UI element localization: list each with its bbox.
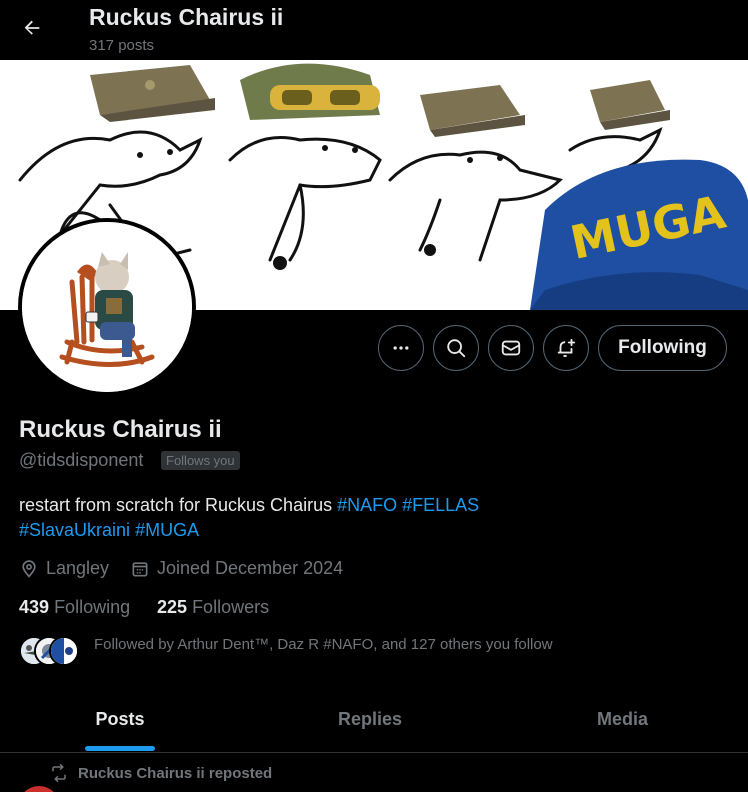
profile-avatar[interactable] bbox=[18, 218, 196, 396]
followers-count-link[interactable]: 225 Followers bbox=[157, 597, 269, 618]
hashtag-link[interactable]: #SlavaUkraini bbox=[19, 520, 130, 540]
back-button[interactable] bbox=[14, 10, 50, 46]
search-icon bbox=[447, 339, 466, 358]
tab-posts[interactable]: Posts bbox=[0, 700, 240, 752]
repost-indicator[interactable]: Ruckus Chairus ii reposted bbox=[50, 764, 272, 782]
hashtag-link[interactable]: #NAFO bbox=[337, 495, 397, 515]
active-tab-indicator bbox=[85, 746, 155, 751]
mail-icon bbox=[501, 340, 521, 356]
profile-header: Ruckus Chairus ii 317 posts bbox=[0, 0, 748, 60]
joined-text: Joined December 2024 bbox=[157, 558, 344, 578]
following-count-link[interactable]: 439 Following bbox=[19, 597, 130, 618]
message-button[interactable] bbox=[488, 325, 534, 371]
more-button[interactable] bbox=[378, 325, 424, 371]
hashtag-link[interactable]: #FELLAS bbox=[402, 495, 479, 515]
following-button[interactable]: Following bbox=[598, 325, 727, 371]
location-pin-icon bbox=[22, 559, 36, 578]
profile-joined: Joined December 2024 bbox=[130, 558, 343, 579]
tab-replies[interactable]: Replies bbox=[250, 700, 490, 752]
followed-by-avatars[interactable] bbox=[19, 636, 79, 666]
search-button[interactable] bbox=[433, 325, 479, 371]
profile-handle: @tidsdisponent bbox=[19, 450, 144, 470]
profile-name: Ruckus Chairus ii bbox=[19, 416, 222, 443]
avatar-image bbox=[22, 222, 192, 392]
post-count: 317 posts bbox=[89, 37, 155, 54]
header-title: Ruckus Chairus ii bbox=[89, 4, 284, 30]
profile-bio: restart from scratch for Ruckus Chairus … bbox=[19, 493, 539, 543]
following-label: Following bbox=[54, 597, 131, 617]
bell-plus-icon bbox=[557, 338, 576, 358]
bio-text: restart from scratch for Ruckus Chairus bbox=[19, 495, 338, 515]
location-text: Langley bbox=[46, 558, 110, 578]
hashtag-link[interactable]: #MUGA bbox=[135, 520, 199, 540]
post-author-avatar[interactable] bbox=[18, 786, 60, 792]
following-count: 439 bbox=[19, 597, 50, 617]
more-icon bbox=[393, 346, 409, 350]
notify-button[interactable] bbox=[543, 325, 589, 371]
followers-label: Followers bbox=[192, 597, 270, 617]
repost-label: Ruckus Chairus ii reposted bbox=[78, 764, 273, 782]
calendar-icon bbox=[132, 561, 148, 576]
follows-you-badge: Follows you bbox=[161, 451, 240, 470]
repost-icon bbox=[52, 764, 66, 782]
avatar bbox=[49, 636, 79, 666]
profile-location: Langley bbox=[19, 558, 109, 579]
tabs-divider bbox=[0, 752, 748, 753]
tab-media[interactable]: Media bbox=[500, 700, 745, 752]
arrow-left-icon bbox=[24, 20, 40, 35]
followed-by-text[interactable]: Followed by Arthur Dent™, Daz R #NAFO, a… bbox=[94, 636, 553, 653]
followers-count: 225 bbox=[157, 597, 188, 617]
